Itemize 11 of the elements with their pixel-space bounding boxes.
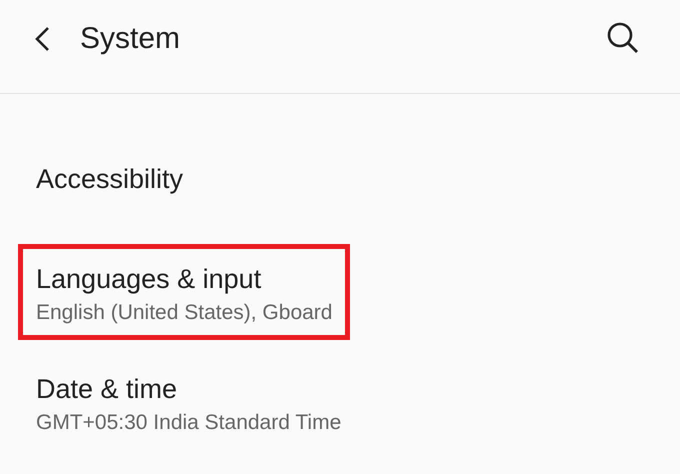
item-summary: English (United States), Gboard: [36, 301, 332, 325]
item-title: Languages & input: [36, 263, 262, 296]
back-icon[interactable]: [34, 26, 50, 52]
setting-item[interactable]: Accessibility: [18, 144, 202, 212]
search-icon[interactable]: [606, 20, 640, 54]
highlighted-setting-item[interactable]: Languages & input English (United States), Gboard: [18, 244, 350, 340]
setting-item[interactable]: Date & time GMT+05:30 India Standard Time: [18, 354, 360, 450]
screen-title: System: [80, 22, 182, 56]
item-summary: GMT+05:30 India Standard Time: [36, 411, 342, 435]
item-title: Accessibility: [36, 163, 184, 196]
item-title: Date & time: [36, 373, 178, 406]
